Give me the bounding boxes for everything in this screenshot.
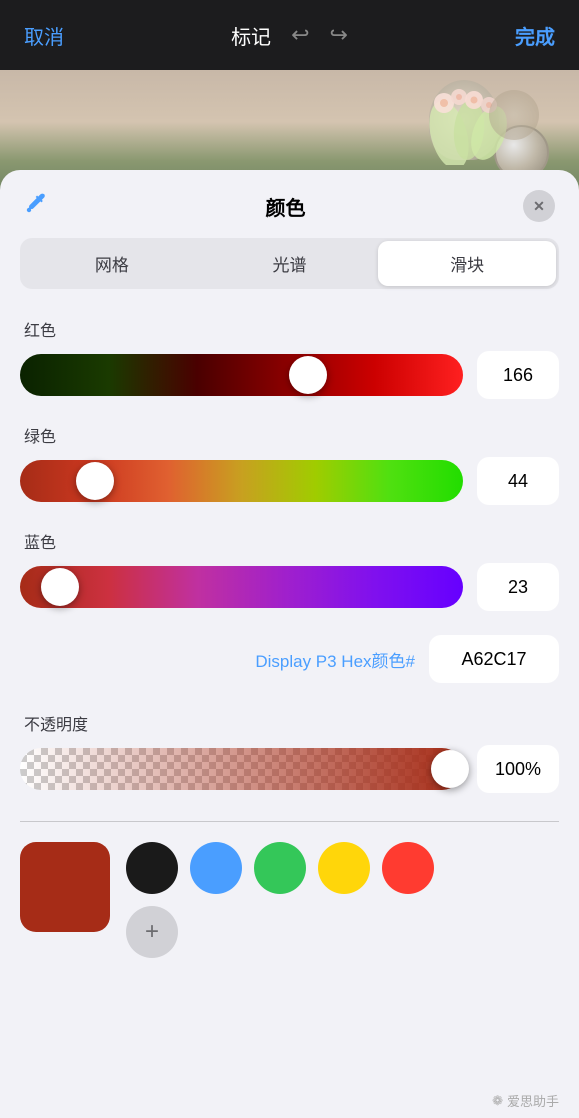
opacity-value[interactable]: 100% [477, 745, 559, 793]
blue-slider-track[interactable] [20, 566, 463, 608]
tab-slider[interactable]: 滑块 [378, 241, 556, 286]
blue-value[interactable]: 23 [477, 563, 559, 611]
panel-header: 颜色 ✕ [20, 170, 559, 238]
watermark-text: 爱思助手 [507, 1091, 559, 1110]
green-slider-track[interactable] [20, 460, 463, 502]
green-thumb[interactable] [76, 462, 114, 500]
cancel-button[interactable]: 取消 [24, 21, 64, 50]
green-value[interactable]: 44 [477, 457, 559, 505]
hex-label: Display P3 Hex颜色# [255, 647, 415, 672]
opacity-overlay [20, 748, 463, 790]
color-dot-blue[interactable] [190, 842, 242, 894]
opacity-thumb[interactable] [431, 750, 469, 788]
close-button[interactable]: ✕ [523, 190, 555, 222]
green-slider-row: 44 [20, 457, 559, 505]
blue-thumb[interactable] [41, 568, 79, 606]
color-bottom: + [20, 842, 559, 958]
green-label: 绿色 [20, 423, 559, 447]
color-dot-black[interactable] [126, 842, 178, 894]
tab-spectrum[interactable]: 光谱 [201, 241, 379, 286]
top-bar: 取消 标记 ↩ ↪ 完成 [0, 0, 579, 70]
current-color-swatch[interactable] [20, 842, 110, 932]
watermark: ❁ 爱思助手 [492, 1091, 559, 1110]
red-track [20, 354, 463, 396]
red-slider-row: 166 [20, 351, 559, 399]
hex-value[interactable]: A62C17 [429, 635, 559, 683]
blue-track [20, 566, 463, 608]
panel-title: 颜色 [48, 192, 523, 221]
green-track [20, 460, 463, 502]
red-value[interactable]: 166 [477, 351, 559, 399]
color-dot-red[interactable] [382, 842, 434, 894]
redo-button[interactable]: ↪ [330, 22, 348, 48]
color-panel: 颜色 ✕ 网格 光谱 滑块 红色 166 绿色 44 蓝色 [0, 170, 579, 1118]
opacity-label: 不透明度 [20, 711, 559, 735]
watermark-icon: ❁ [492, 1093, 503, 1109]
hex-row: Display P3 Hex颜色# A62C17 [20, 635, 559, 683]
opacity-slider-track[interactable] [20, 748, 463, 790]
blue-slider-row: 23 [20, 563, 559, 611]
eyedropper-button[interactable] [24, 191, 48, 221]
add-color-button[interactable]: + [126, 906, 178, 958]
blue-label: 蓝色 [20, 529, 559, 553]
top-bar-title: 标记 [231, 21, 271, 50]
done-button[interactable]: 完成 [515, 21, 555, 50]
close-icon: ✕ [533, 198, 545, 215]
opacity-slider-row: 100% [20, 745, 559, 793]
top-bar-center: 标记 ↩ ↪ [231, 21, 348, 50]
red-thumb[interactable] [289, 356, 327, 394]
red-slider-track[interactable] [20, 354, 463, 396]
color-dot-yellow[interactable] [318, 842, 370, 894]
divider [20, 821, 559, 822]
flowers-decoration [409, 75, 529, 165]
color-dot-green[interactable] [254, 842, 306, 894]
undo-button[interactable]: ↩ [291, 22, 309, 48]
tab-selector: 网格 光谱 滑块 [20, 238, 559, 289]
red-label: 红色 [20, 317, 559, 341]
tab-grid[interactable]: 网格 [23, 241, 201, 286]
color-dots-grid [126, 842, 434, 894]
